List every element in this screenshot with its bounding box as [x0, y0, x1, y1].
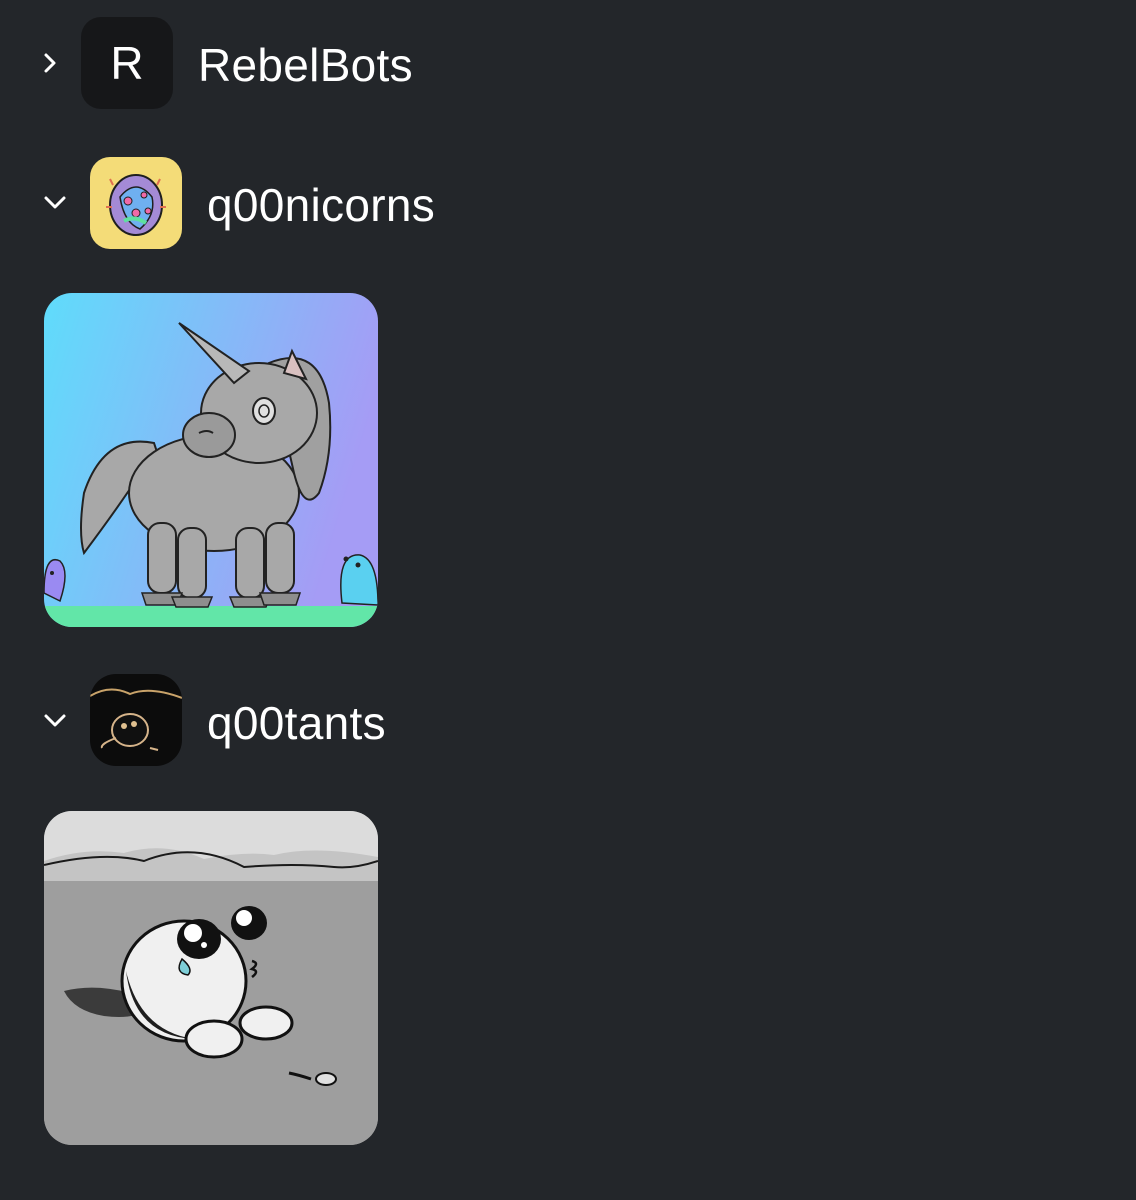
nft-card-q00tant[interactable] [44, 811, 378, 1145]
collection-name[interactable]: RebelBots [198, 42, 413, 88]
collection-name[interactable]: q00nicorns [207, 182, 435, 228]
chevron-down-icon[interactable] [41, 188, 69, 216]
collection-avatar: R [81, 17, 173, 109]
chevron-right-icon[interactable] [36, 49, 64, 77]
avatar-letter: R [110, 37, 144, 89]
q00tants-logo-icon [90, 674, 182, 766]
q00nicorns-logo-icon [90, 157, 182, 249]
q00tant-nft-image [44, 811, 378, 1145]
unicorn-nft-image [44, 293, 378, 627]
collection-name[interactable]: q00tants [207, 700, 386, 746]
chevron-down-icon[interactable] [41, 706, 69, 734]
nft-card-unicorn[interactable] [44, 293, 378, 627]
